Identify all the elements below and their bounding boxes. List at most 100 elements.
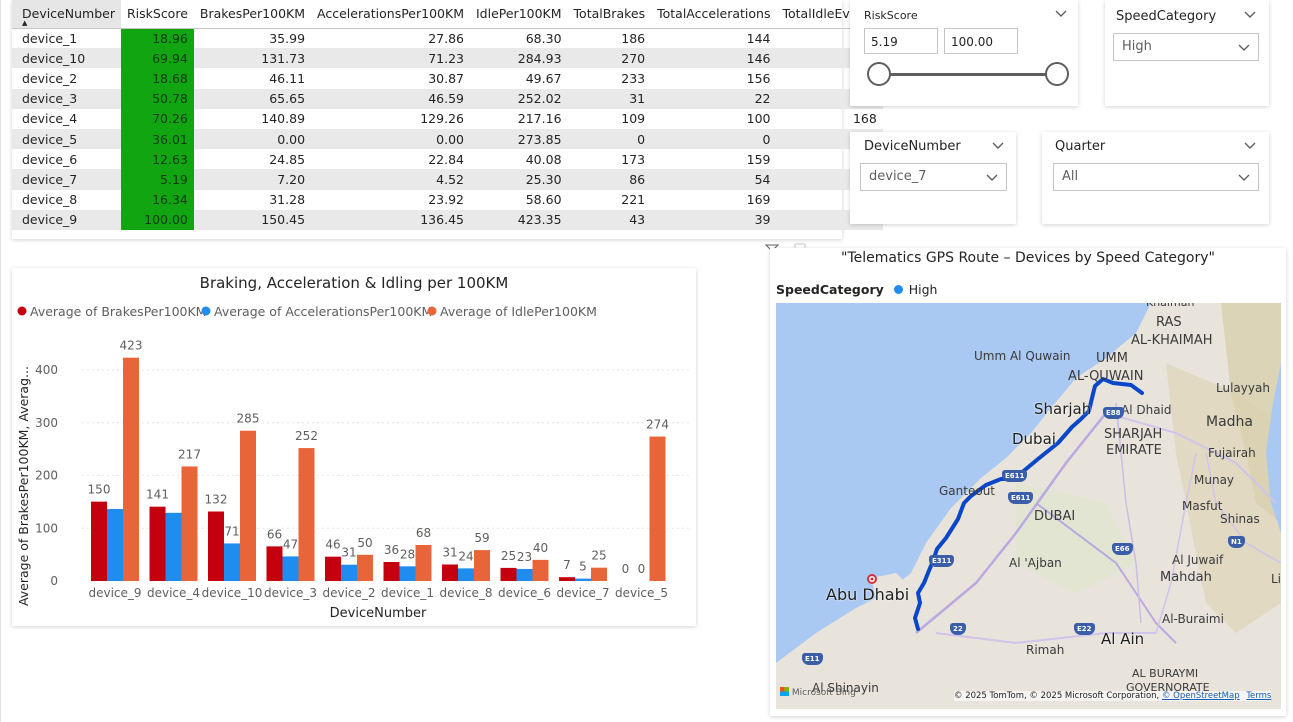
table-row[interactable]: device_218.6846.1130.8749.67233156251 <box>12 68 883 89</box>
terms-link[interactable]: Terms <box>1246 691 1271 701</box>
data-label: 141 <box>146 488 169 502</box>
chevron-down-icon[interactable] <box>1243 10 1257 20</box>
data-label: 5 <box>579 560 587 574</box>
column-header-brakesper100km[interactable]: BrakesPer100KM <box>193 0 312 29</box>
speedcategory-dropdown[interactable]: High <box>1113 33 1259 61</box>
table-row[interactable]: device_9100.00150.45136.45423.354339121 <box>12 209 883 230</box>
column-header-devicenumber[interactable]: DeviceNumber ▲ <box>12 0 121 29</box>
table-row[interactable]: device_118.9635.9927.8668.30186144353 <box>12 28 883 49</box>
windows-logo-icon <box>780 687 789 696</box>
riskscore-max-input[interactable]: 100.00 <box>944 28 1018 54</box>
table-cell-brakesper100km: 31.28 <box>269 192 306 208</box>
x-tick-label: device_10 <box>202 586 263 600</box>
table-cell-totalbrakes: 86 <box>567 169 652 190</box>
table-row[interactable]: device_350.7865.6546.59252.023122119 <box>12 88 883 109</box>
data-label: 47 <box>283 537 298 551</box>
map-place-label: Ganteout <box>939 484 995 498</box>
quarter-selected: All <box>1062 169 1079 184</box>
column-header-riskscore[interactable]: RiskScore <box>120 0 194 29</box>
data-label: 71 <box>224 524 239 538</box>
table-cell-accelerationsper100km: 129.26 <box>420 111 464 127</box>
data-label: 31 <box>442 545 457 559</box>
map-place-label: Liw <box>1271 572 1281 586</box>
copyright-text: © 2025 TomTom, © 2025 Microsoft Corporat… <box>954 691 1160 701</box>
riskscore-slider-handle-min[interactable] <box>867 62 891 86</box>
table-cell-devicenumber: device_2 <box>22 70 78 86</box>
column-header-totalbrakes[interactable]: TotalBrakes <box>567 0 652 29</box>
bar <box>91 501 107 581</box>
bar <box>591 567 607 581</box>
road-shield-icon: E88 <box>1103 407 1124 419</box>
data-label: 285 <box>237 412 260 426</box>
table-cell-totalaccelerations: 0 <box>651 128 777 150</box>
table-cell-totalaccelerations: 39 <box>651 209 777 230</box>
table-row[interactable]: device_4 70.26 140.89 129.26 217.16 109 100 168 <box>12 108 883 129</box>
bar <box>442 564 458 581</box>
bar <box>559 577 575 581</box>
map-legend-item: High <box>908 282 938 297</box>
table-row[interactable]: device_612.6324.8522.8440.08173159279 <box>12 149 883 170</box>
table-cell-idleper100km: 273.85 <box>469 128 568 150</box>
map-place-label: Madha <box>1206 414 1253 430</box>
devicenumber-dropdown[interactable]: device_7 <box>860 163 1007 191</box>
table-cell-riskscore: 36.01 <box>120 128 194 150</box>
riskscore-max-value: 100.00 <box>951 35 993 49</box>
map-place-label: Al Dhaid <box>1121 403 1172 417</box>
speedcategory-slicer: SpeedCategory High <box>1105 0 1269 106</box>
table-row[interactable]: device_536.010.000.00273.850021 <box>12 128 883 150</box>
map-place-label: SHARJAH <box>1104 427 1163 442</box>
bar-chart-visual: Braking, Acceleration & Idling per 100KM… <box>12 268 696 626</box>
chevron-down-icon[interactable] <box>1243 141 1257 151</box>
column-header-totalaccelerations[interactable]: TotalAccelerations <box>651 0 777 29</box>
table-cell-brakesper100km: 150.45 <box>193 209 312 230</box>
data-label: 7 <box>563 558 571 572</box>
bar <box>181 466 198 581</box>
legend-dot-icon <box>893 285 903 294</box>
table-cell-totalidleevents: 168 <box>852 111 877 127</box>
x-tick-label: device_1 <box>381 586 434 600</box>
table-cell-totalbrakes: 31 <box>567 88 652 109</box>
riskscore-slider-track[interactable] <box>879 73 1057 76</box>
x-tick-label: device_5 <box>615 586 668 600</box>
table-row[interactable]: device_816.3431.2823.9258.60221169414 <box>12 189 883 210</box>
data-label: 68 <box>416 526 431 540</box>
column-header-accelerationsper100km[interactable]: AccelerationsPer100KM <box>311 0 470 29</box>
data-label: 31 <box>341 546 356 560</box>
openstreetmap-link[interactable]: © OpenStreetMap <box>1162 691 1240 701</box>
bar <box>474 550 490 581</box>
riskscore-slider-handle-max[interactable] <box>1045 62 1069 86</box>
bar <box>458 568 474 581</box>
table-cell-accelerationsper100km: 4.52 <box>311 169 470 190</box>
map-place-label: Fujairah <box>1208 446 1256 460</box>
table-header-row: DeviceNumber ▲ RiskScore BrakesPer100KM Acce… <box>12 0 883 29</box>
table-cell-accelerationsper100km: 46.59 <box>311 88 470 109</box>
chevron-down-icon[interactable] <box>991 141 1005 151</box>
map-place-label: Dubai <box>1012 430 1056 448</box>
chevron-down-icon[interactable] <box>1054 9 1068 19</box>
road-shield-icon: E22 <box>1074 623 1095 635</box>
riskscore-min-input[interactable]: 5.19 <box>864 28 938 54</box>
quarter-dropdown[interactable]: All <box>1053 163 1259 191</box>
table-cell-totalaccelerations: 22 <box>651 88 777 109</box>
road-shield-icon: E11 <box>802 653 823 665</box>
bar <box>165 512 182 581</box>
map-canvas[interactable]: Khaiman RAS AL-KHAIMAH Umm Al Quwain UMM AL-Q… <box>776 303 1281 709</box>
table-cell-totalaccelerations: 159 <box>746 151 771 167</box>
table-cell-riskscore: 50.78 <box>120 88 194 109</box>
devicenumber-selected: device_7 <box>869 169 927 184</box>
table-cell-brakesper100km: 35.99 <box>269 30 306 46</box>
bar <box>325 556 341 581</box>
column-header-idleper100km[interactable]: IdlePer100KM <box>469 0 568 29</box>
data-label: 23 <box>517 550 532 564</box>
table-cell-accelerationsper100km: 71.23 <box>311 48 470 69</box>
bar <box>240 430 256 581</box>
table-row[interactable]: device_75.197.204.5225.308654302 <box>12 169 883 190</box>
sort-ascending-icon[interactable]: ▲ <box>22 19 27 27</box>
table-cell-riskscore: 16.34 <box>120 189 194 210</box>
bar-chart: Braking, Acceleration & Idling per 100KM… <box>16 274 692 621</box>
chevron-down-icon <box>986 174 998 181</box>
table-cell-idleper100km: 423.35 <box>469 209 568 230</box>
map-place-label: Khaiman <box>1146 303 1194 309</box>
table-row[interactable]: device_1069.94131.7371.23284.93270146584 <box>12 48 883 69</box>
y-tick-label: 0 <box>50 574 58 588</box>
